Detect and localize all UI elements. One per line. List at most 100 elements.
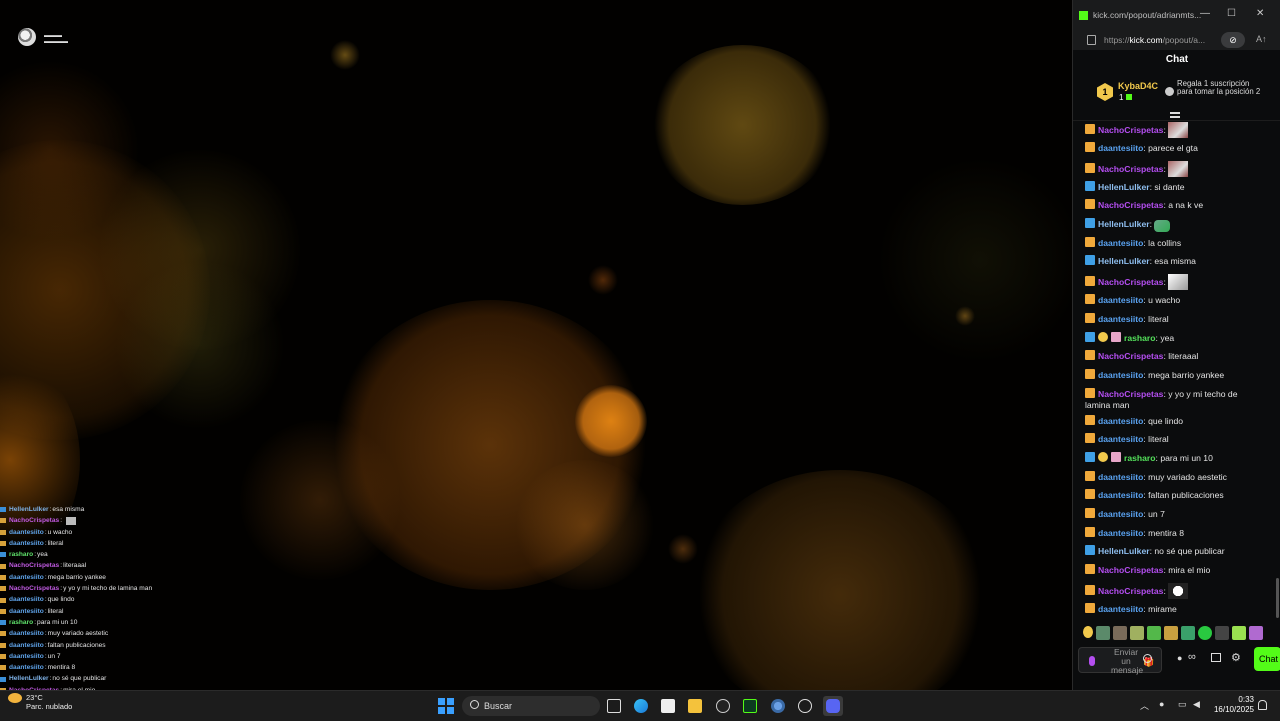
overlay-username: daantesiito <box>9 528 44 536</box>
chat-username[interactable]: HellenLulker <box>1098 256 1150 266</box>
emote-1-icon[interactable] <box>1096 626 1110 640</box>
overlay-username: daantesiito <box>9 539 44 547</box>
read-aloud-icon[interactable]: A↑ <box>1256 34 1267 44</box>
chat-username[interactable]: daantesiito <box>1098 314 1143 324</box>
chat-message: HellenLulker: no sé que publicar <box>1073 541 1273 560</box>
chat-username[interactable]: daantesiito <box>1098 490 1143 500</box>
emote-3-icon[interactable] <box>1130 626 1144 640</box>
steam-icon[interactable] <box>713 696 733 716</box>
chat-message-list[interactable]: NachoCrispetas: daantesiito: parece el g… <box>1073 118 1273 618</box>
overlay-chat-line: NachoCrispetas: literaaal <box>0 560 200 571</box>
emote-5-icon[interactable] <box>1164 626 1178 640</box>
overlay-message-text: literal <box>47 607 64 615</box>
tray-mic-icon[interactable]: ● <box>1159 699 1164 709</box>
chat-username[interactable]: NachoCrispetas <box>1098 200 1163 210</box>
chat-username[interactable]: HellenLulker <box>1098 546 1150 556</box>
chat-username[interactable]: NachoCrispetas <box>1098 125 1163 135</box>
chat-username[interactable]: NachoCrispetas <box>1098 351 1163 361</box>
maximize-icon[interactable]: ☐ <box>1227 9 1236 19</box>
chat-message: daantesiito: mirame <box>1073 599 1273 618</box>
emote-7-icon[interactable] <box>1198 626 1212 640</box>
chat-username[interactable]: daantesiito <box>1098 370 1143 380</box>
overlay-chat-line: daantesiito: que lindo <box>0 594 200 605</box>
overlay-chat: HellenLulker: esa misma NachoCrispetas: d… <box>0 504 200 690</box>
chat-username[interactable]: NachoCrispetas <box>1098 565 1163 575</box>
emoji-picker-icon[interactable] <box>1143 654 1152 663</box>
emote-4-icon[interactable] <box>1147 626 1161 640</box>
weather-widget[interactable]: 23°C Parc. nublado <box>8 693 72 711</box>
chat-username[interactable]: NachoCrispetas <box>1098 277 1163 287</box>
chat-username[interactable]: daantesiito <box>1098 509 1143 519</box>
chat-username[interactable]: NachoCrispetas <box>1098 389 1163 399</box>
settings-app-icon[interactable] <box>768 696 788 716</box>
chat-emote-icon[interactable] <box>1168 582 1189 599</box>
overlay-message-text: yea <box>37 551 48 559</box>
streaming-app-icon[interactable] <box>740 696 760 716</box>
clock-date: 16/10/2025 <box>1213 705 1254 714</box>
top-gifter-name[interactable]: KybaD4C <box>1118 81 1158 91</box>
store-app-icon[interactable] <box>658 696 678 716</box>
chat-message: rasharo: para mi un 10 <box>1073 448 1273 467</box>
network-icon[interactable]: ▭ <box>1178 699 1187 710</box>
minimize-icon[interactable]: — <box>1200 9 1210 19</box>
taskbar-clock[interactable]: 0:33 16/10/2025 <box>1210 695 1254 715</box>
emote-9-icon[interactable] <box>1232 626 1246 640</box>
crown-badge-icon <box>1085 312 1095 323</box>
chat-emote-icon[interactable] <box>1168 160 1189 177</box>
tray-chevron-icon[interactable]: ︿ <box>1140 699 1149 712</box>
media-player-icon[interactable] <box>795 696 815 716</box>
chat-username[interactable]: NachoCrispetas <box>1098 164 1163 174</box>
infinity-icon[interactable]: ∞ <box>1188 651 1196 663</box>
notification-bell-icon[interactable] <box>1258 700 1267 710</box>
emote-8-icon[interactable] <box>1215 626 1229 640</box>
chat-message: daantesiito: u wacho <box>1073 290 1273 309</box>
user-icon[interactable]: ● <box>1177 653 1182 663</box>
taskbar-search[interactable]: Buscar <box>462 696 600 716</box>
gear-icon[interactable]: ⚙ <box>1231 651 1241 664</box>
tracking-prevention-icon[interactable]: ⊘ <box>1221 32 1245 48</box>
chat-username[interactable]: daantesiito <box>1098 143 1143 153</box>
window-titlebar[interactable]: kick.com/popout/adrianmts... — ☐ ✕ <box>1073 0 1280 30</box>
store-icon[interactable] <box>1211 653 1221 662</box>
chat-emote-icon[interactable] <box>1154 220 1171 233</box>
close-icon[interactable]: ✕ <box>1256 9 1264 19</box>
chat-scrollbar[interactable] <box>1276 578 1279 618</box>
chat-message: daantesiito: mentira 8 <box>1073 523 1273 542</box>
chat-username[interactable]: daantesiito <box>1098 434 1143 444</box>
chat-username[interactable]: rasharo <box>1124 333 1156 343</box>
address-bar[interactable]: https://kick.com/popout/a... ⊘ A↑ <box>1073 30 1280 50</box>
volume-icon[interactable]: ◀ <box>1193 699 1200 710</box>
edge-browser-icon[interactable] <box>631 696 651 716</box>
file-explorer-icon[interactable] <box>685 696 705 716</box>
overlay-chat-line: rasharo: yea <box>0 549 200 560</box>
chat-username[interactable]: rasharo <box>1124 453 1156 463</box>
lightbulb-icon[interactable] <box>1083 626 1093 638</box>
overlay-username: daantesiito <box>9 664 44 672</box>
emote-6-icon[interactable] <box>1181 626 1195 640</box>
overlay-username: rasharo <box>9 618 34 626</box>
chat-username[interactable]: HellenLulker <box>1098 219 1150 229</box>
task-view-icon[interactable] <box>604 696 624 716</box>
overlay-separator: : <box>44 528 47 536</box>
chat-username[interactable]: daantesiito <box>1098 528 1143 538</box>
windows-start-icon[interactable] <box>438 698 454 714</box>
microphone-icon[interactable] <box>1089 656 1095 666</box>
overlay-separator: : <box>60 517 63 525</box>
chat-username[interactable]: daantesiito <box>1098 416 1143 426</box>
emote-10-icon[interactable] <box>1249 626 1263 640</box>
chat-emote-icon[interactable] <box>1168 274 1189 291</box>
overlay-message-text: y yo y mi techo de lamina man <box>63 585 153 593</box>
chat-username[interactable]: daantesiito <box>1098 295 1143 305</box>
chat-username[interactable]: daantesiito <box>1098 472 1143 482</box>
discord-icon[interactable] <box>823 696 843 716</box>
overlay-badge-icon <box>0 563 6 569</box>
crown-badge-icon <box>1085 142 1095 152</box>
send-chat-button[interactable]: Chat <box>1254 647 1280 671</box>
chat-username[interactable]: daantesiito <box>1098 604 1143 614</box>
chat-username[interactable]: daantesiito <box>1098 238 1143 248</box>
chat-username[interactable]: NachoCrispetas <box>1098 586 1163 596</box>
chat-username[interactable]: HellenLulker <box>1098 182 1150 192</box>
chat-emote-icon[interactable] <box>1168 122 1189 138</box>
overlay-username: NachoCrispetas <box>9 585 60 593</box>
emote-2-icon[interactable] <box>1113 626 1127 640</box>
